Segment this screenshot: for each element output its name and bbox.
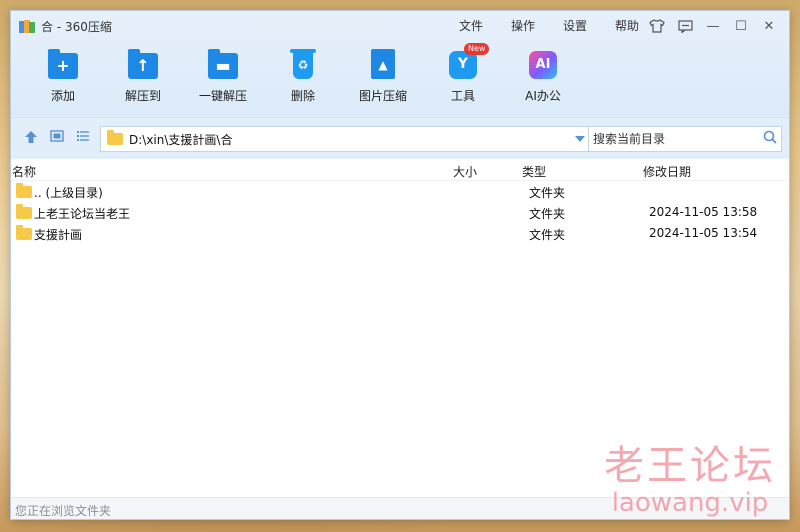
menu-operation[interactable]: 操作 <box>497 17 549 34</box>
one-click-extract-label: 一键解压 <box>198 89 247 103</box>
new-badge: New <box>464 43 490 55</box>
search-button[interactable] <box>759 130 781 148</box>
file-type: 文件夹 <box>529 186 566 200</box>
window-title: 合 - 360压缩 <box>41 20 112 34</box>
list-view-icon <box>77 131 89 141</box>
skin-button[interactable] <box>643 15 671 37</box>
ai-office-icon: AI <box>529 51 557 79</box>
column-date[interactable]: 修改日期 <box>643 163 691 180</box>
add-button[interactable]: + 添加 <box>23 49 103 104</box>
list-view-button[interactable] <box>73 130 93 148</box>
menu-bar: 文件 操作 设置 帮助 <box>445 17 653 34</box>
folder-icon <box>16 225 32 240</box>
file-date: 2024-11-05 13:58 <box>649 205 758 219</box>
tools-label: 工具 <box>450 89 475 103</box>
one-click-extract-button[interactable]: ▬ 一键解压 <box>183 49 263 104</box>
status-text: 您正在浏览文件夹 <box>15 504 112 518</box>
one-click-extract-icon: ▬ <box>208 49 238 79</box>
table-row[interactable]: 支援計画 文件夹 2024-11-05 13:54 <box>11 223 789 244</box>
folder-icon <box>107 130 123 145</box>
folder-icon <box>16 183 32 198</box>
app-logo-icon <box>19 19 35 35</box>
file-type: 文件夹 <box>529 207 566 221</box>
file-list-header: 名称 大小 类型 修改日期 <box>11 159 789 181</box>
title-and-toolbar-area: 合 - 360压缩 文件 操作 设置 帮助 — ☐ ✕ + 添加 ↑ 解压到 ▬… <box>11 11 789 117</box>
image-compress-label: 图片压缩 <box>358 89 407 103</box>
folder-icon <box>16 204 32 219</box>
ai-office-label: AI办公 <box>525 89 561 103</box>
file-name: 支援計画 <box>34 228 83 242</box>
address-bar: D:\xin\支援計画\合 <box>11 117 789 159</box>
thumbnail-view-button[interactable] <box>47 130 67 148</box>
feedback-button[interactable] <box>671 15 699 37</box>
chevron-down-icon <box>575 135 585 142</box>
minimize-button[interactable]: — <box>699 15 727 37</box>
trash-icon: ♻ <box>290 49 316 79</box>
add-folder-icon: + <box>48 49 78 79</box>
add-label: 添加 <box>50 89 75 103</box>
close-button[interactable]: ✕ <box>755 15 783 37</box>
menu-file[interactable]: 文件 <box>445 17 497 34</box>
file-name: .. (上级目录) <box>34 186 103 200</box>
extract-to-icon: ↑ <box>128 49 158 79</box>
column-size[interactable]: 大小 <box>453 163 477 180</box>
path-combobox[interactable]: D:\xin\支援計画\合 <box>100 126 592 152</box>
extract-to-button[interactable]: ↑ 解压到 <box>103 49 183 104</box>
table-row[interactable]: 上老王论坛当老王 文件夹 2024-11-05 13:58 <box>11 202 789 223</box>
file-type: 文件夹 <box>529 228 566 242</box>
menu-settings[interactable]: 设置 <box>549 17 601 34</box>
path-text: D:\xin\支援計画\合 <box>129 132 233 147</box>
window-controls: — ☐ ✕ <box>643 15 783 37</box>
file-date: 2024-11-05 13:54 <box>649 226 758 240</box>
extract-to-label: 解压到 <box>124 89 161 103</box>
file-name: 上老王论坛当老王 <box>34 207 131 221</box>
window-title-area: 合 - 360压缩 <box>19 18 112 35</box>
file-list: .. (上级目录) 文件夹 上老王论坛当老王 文件夹 2024-11-05 13… <box>11 181 789 244</box>
delete-label: 删除 <box>290 89 315 103</box>
up-directory-button[interactable] <box>21 130 41 148</box>
arrow-up-icon <box>25 131 37 143</box>
column-name[interactable]: 名称 <box>12 163 36 180</box>
column-type[interactable]: 类型 <box>522 163 546 180</box>
table-row[interactable]: .. (上级目录) 文件夹 <box>11 181 789 202</box>
delete-button[interactable]: ♻ 删除 <box>263 49 343 104</box>
search-input[interactable] <box>589 132 759 146</box>
watermark-en: laowang.vip <box>611 488 769 518</box>
search-box <box>588 126 782 152</box>
thumbnail-view-icon <box>50 130 64 142</box>
maximize-button[interactable]: ☐ <box>727 15 755 37</box>
watermark: 老王论坛 laowang.vip <box>604 444 776 518</box>
image-compress-icon: ▲ <box>371 49 395 79</box>
ai-office-button[interactable]: AI AI办公 <box>503 49 583 104</box>
tools-icon: Y <box>449 51 477 79</box>
tools-button[interactable]: Y New 工具 <box>423 43 503 104</box>
watermark-cn: 老王论坛 <box>604 443 776 489</box>
shirt-icon <box>649 19 665 33</box>
search-icon <box>763 130 777 144</box>
image-compress-button[interactable]: ▲ 图片压缩 <box>343 49 423 104</box>
main-toolbar: + 添加 ↑ 解压到 ▬ 一键解压 ♻ 删除 ▲ 图片压缩 Y New 工具 A… <box>11 43 789 111</box>
message-icon <box>677 19 693 33</box>
